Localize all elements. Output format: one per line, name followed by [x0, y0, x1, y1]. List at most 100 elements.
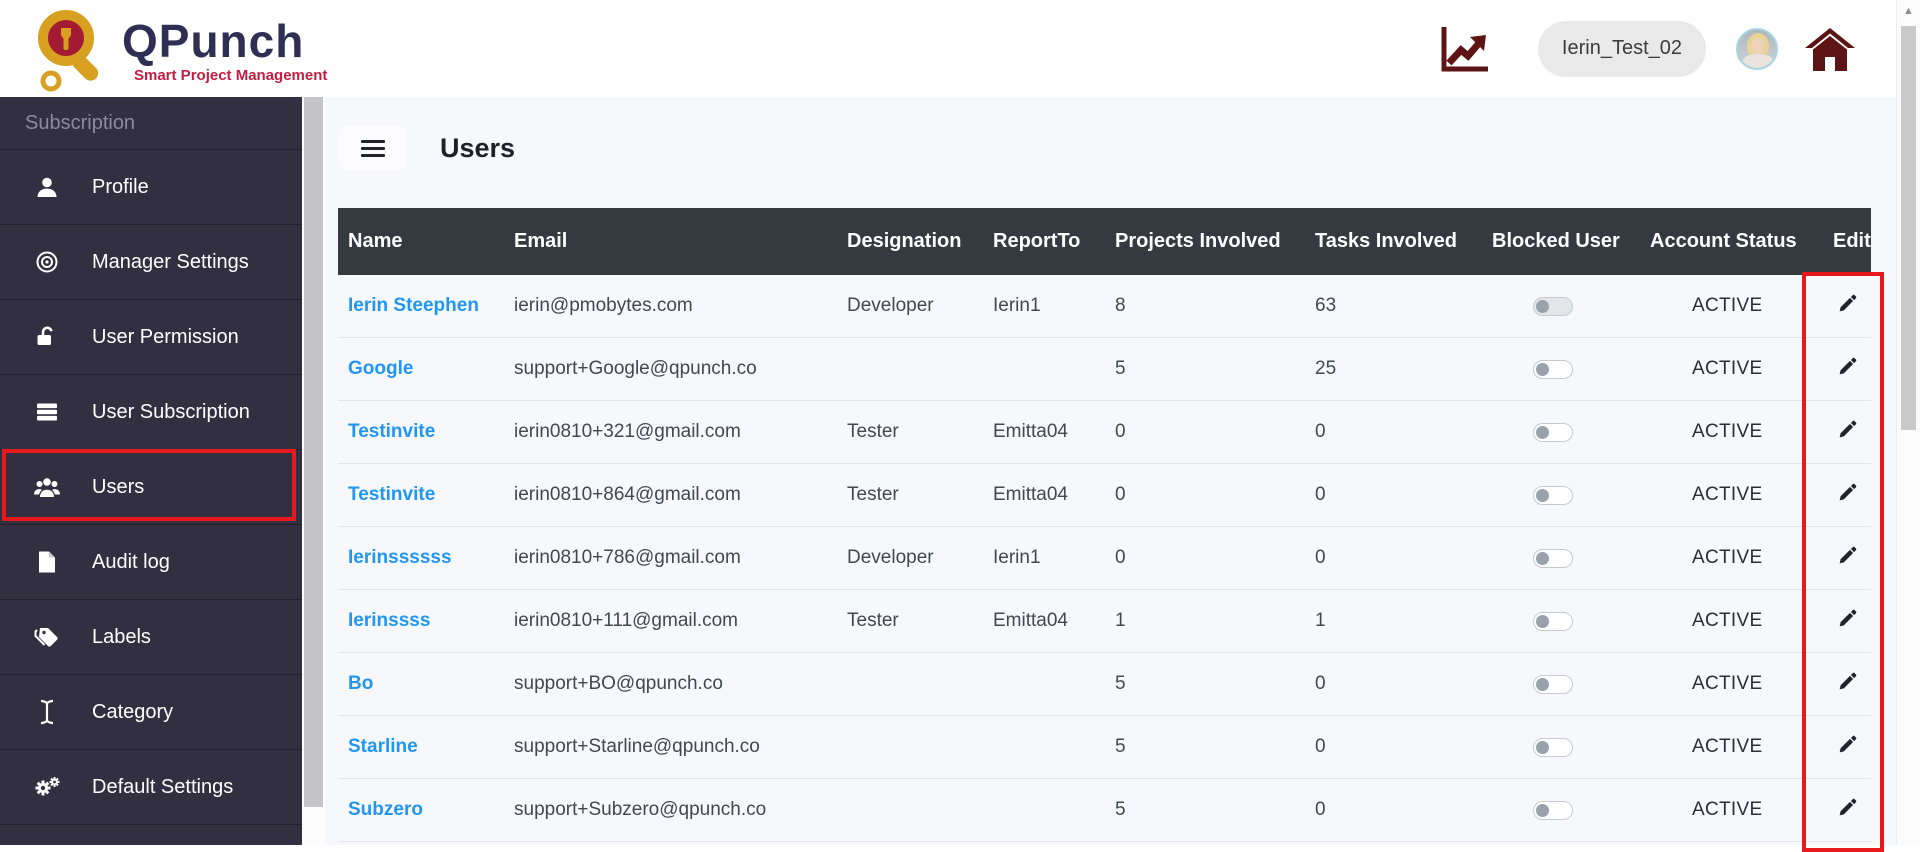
column-header-account-status: Account Status [1650, 230, 1797, 252]
blocked-user-toggle[interactable] [1533, 800, 1573, 820]
blocked-user-toggle[interactable] [1533, 737, 1573, 757]
sidebar-item-user-permission[interactable]: User Permission [0, 300, 302, 375]
toggle-knob [1536, 299, 1549, 313]
user-report-to: Emitta04 [993, 610, 1068, 631]
edit-pencil-icon[interactable] [1833, 294, 1858, 319]
sidebar-item-label: Profile [92, 175, 149, 198]
user-projects-count: 5 [1115, 736, 1126, 757]
user-icon [32, 174, 62, 200]
sidebar-item-default-settings[interactable]: Default Settings [0, 750, 302, 825]
toggle-knob [1536, 614, 1549, 628]
scrollbar-up-arrow-icon[interactable]: ▲ [1897, 6, 1920, 17]
user-projects-count: 5 [1115, 358, 1126, 379]
user-name-link[interactable]: Ierin Steephen [348, 295, 479, 316]
app-logo: QPunch Smart Project Management [30, 4, 327, 94]
sidebar-item-labels[interactable]: Labels [0, 600, 302, 675]
table-row: Bo support+BO@qpunch.co 5 0 ACTIVE [338, 653, 1871, 716]
user-tasks-count: 1 [1315, 610, 1326, 631]
user-report-to: Ierin1 [993, 295, 1041, 316]
user-designation: Tester [847, 610, 899, 631]
avatar-body [1742, 53, 1774, 68]
user-designation: Tester [847, 421, 899, 442]
page-scrollbar-thumb[interactable] [1901, 26, 1916, 430]
edit-pencil-icon[interactable] [1833, 546, 1858, 571]
user-designation: Developer [847, 295, 934, 316]
user-name-link[interactable]: Testinvite [348, 484, 435, 505]
sidebar-item-profile[interactable]: Profile [0, 150, 302, 225]
table-row: Starline support+Starline@qpunch.co 5 0 ACTI… [338, 716, 1871, 779]
user-name-link[interactable]: Testinvite [348, 421, 435, 442]
sidebar-section-subscription: Subscription [0, 97, 302, 150]
main-content: Users Name Email Designation ReportTo Projec… [325, 97, 1896, 845]
unlock-icon [32, 324, 62, 350]
menu-toggle-button[interactable] [338, 126, 407, 170]
sidebar-item-manager-settings[interactable]: Manager Settings [0, 225, 302, 300]
user-email: support+Google@qpunch.co [514, 358, 757, 379]
edit-pencil-icon[interactable] [1833, 798, 1858, 823]
user-email: support+BO@qpunch.co [514, 673, 723, 694]
user-report-to: Ierin1 [993, 547, 1041, 568]
account-status: ACTIVE [1692, 484, 1763, 505]
user-name-link[interactable]: Ierinssssss [348, 547, 452, 568]
user-projects-count: 0 [1115, 421, 1126, 442]
column-header-email: Email [514, 230, 568, 252]
user-name-link[interactable]: Google [348, 358, 413, 379]
user-email: ierin0810+786@gmail.com [514, 547, 741, 568]
user-designation: Developer [847, 547, 934, 568]
sidebar-scrollbar-thumb[interactable] [304, 97, 323, 807]
user-email: ierin0810+321@gmail.com [514, 421, 741, 442]
top-bar: QPunch Smart Project Management Ierin_Te… [0, 0, 1920, 97]
account-status: ACTIVE [1692, 358, 1763, 379]
sidebar-item-label: Audit log [92, 550, 170, 573]
home-icon[interactable] [1804, 26, 1856, 72]
table-header-row: Name Email Designation ReportTo Projects Inv… [338, 208, 1871, 275]
table-row: Ierinssss ierin0810+111@gmail.com Tester Em… [338, 590, 1871, 653]
sidebar-scrollbar[interactable] [302, 97, 325, 845]
user-email: ierin@pmobytes.com [514, 295, 693, 316]
user-email: support+Subzero@qpunch.co [514, 799, 767, 820]
account-status: ACTIVE [1692, 547, 1763, 568]
avatar-face [1751, 37, 1765, 54]
edit-pencil-icon[interactable] [1833, 735, 1858, 760]
app-title: QPunch [122, 15, 305, 67]
account-status: ACTIVE [1692, 673, 1763, 694]
edit-pencil-icon[interactable] [1833, 672, 1858, 697]
user-email: ierin0810+864@gmail.com [514, 484, 741, 505]
edit-pencil-icon[interactable] [1833, 609, 1858, 634]
user-name-link[interactable]: Subzero [348, 799, 423, 820]
edit-pencil-icon[interactable] [1833, 357, 1858, 382]
user-report-to: Emitta04 [993, 484, 1068, 505]
blocked-user-toggle[interactable] [1533, 548, 1573, 568]
user-name-link[interactable]: Ierinssss [348, 610, 430, 631]
blocked-user-toggle[interactable] [1533, 359, 1573, 379]
sidebar-item-label: User Permission [92, 325, 239, 348]
user-avatar[interactable] [1736, 27, 1778, 70]
account-status: ACTIVE [1692, 421, 1763, 442]
blocked-user-toggle[interactable] [1533, 674, 1573, 694]
account-status: ACTIVE [1692, 799, 1763, 820]
blocked-user-toggle[interactable] [1533, 611, 1573, 631]
edit-pencil-icon[interactable] [1833, 483, 1858, 508]
user-name-link[interactable]: Bo [348, 673, 373, 694]
workspace-pill[interactable]: Ierin_Test_02 [1537, 20, 1706, 77]
user-tasks-count: 0 [1315, 736, 1326, 757]
user-email: support+Starline@qpunch.co [514, 736, 760, 757]
page-scrollbar[interactable]: ▲ [1896, 0, 1920, 845]
user-name-link[interactable]: Starline [348, 736, 418, 757]
blocked-user-toggle[interactable] [1533, 296, 1573, 316]
toggle-knob [1536, 803, 1549, 817]
sidebar: Subscription Profile Manager Settings User… [0, 97, 302, 845]
user-tasks-count: 0 [1315, 547, 1326, 568]
user-report-to: Emitta04 [993, 421, 1068, 442]
blocked-user-toggle[interactable] [1533, 422, 1573, 442]
sidebar-item-user-subscription[interactable]: User Subscription [0, 375, 302, 450]
user-tasks-count: 0 [1315, 421, 1326, 442]
sidebar-item-audit-log[interactable]: Audit log [0, 525, 302, 600]
chart-line-icon[interactable] [1440, 25, 1490, 73]
disc-icon [32, 249, 62, 275]
table-row: Ierinssssss ierin0810+786@gmail.com Develo… [338, 527, 1871, 590]
blocked-user-toggle[interactable] [1533, 485, 1573, 505]
edit-pencil-icon[interactable] [1833, 420, 1858, 445]
sidebar-item-users[interactable]: Users [0, 450, 302, 525]
sidebar-item-category[interactable]: Category [0, 675, 302, 750]
